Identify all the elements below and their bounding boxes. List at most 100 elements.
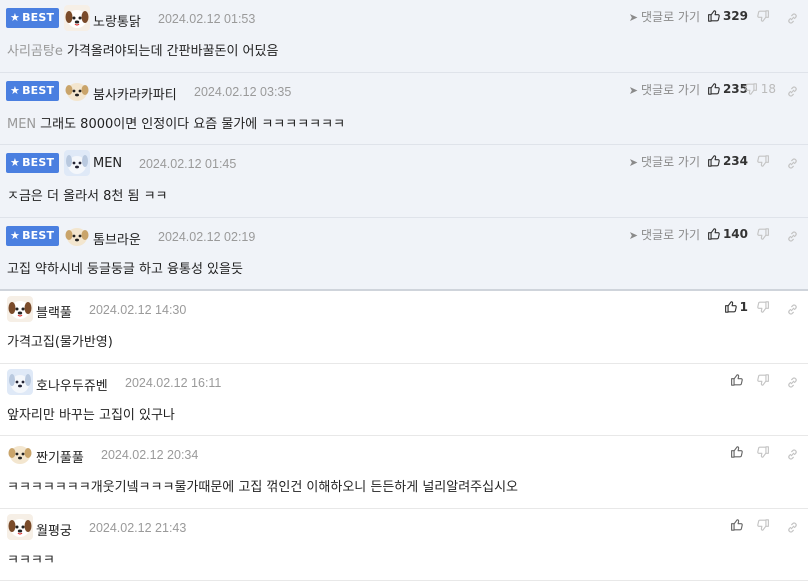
comment-date: 2024.02.12 14:30 — [89, 303, 186, 317]
like-button[interactable] — [730, 445, 746, 461]
best-badge: ★BEST — [6, 81, 59, 101]
comment-text: 가격고집(물가반영) — [7, 335, 113, 350]
nickname[interactable]: 월평궁 — [36, 520, 72, 539]
comment-text: 앞자리만 바꾸는 고집이 있구나 — [7, 408, 175, 423]
best-comment: ★BEST MEN 2024.02.12 01:45 ➤댓글로 가기 234 ㅈ금은 더 … — [0, 145, 808, 218]
comment-body: 가격고집(물가반영) — [7, 331, 113, 350]
share-link-icon[interactable] — [786, 155, 799, 174]
thumbs-up-icon — [707, 154, 720, 170]
mention[interactable]: MEN — [7, 117, 36, 132]
comment-text: 고집 약하시네 둥글둥글 하고 융통성 있을듯 — [7, 262, 243, 277]
best-comment: ★BEST 노랑통닭 2024.02.12 01:53 ➤댓글로 가기 329 사리곰탕e… — [0, 0, 808, 73]
avatar[interactable] — [7, 441, 33, 467]
nickname[interactable]: MEN — [93, 156, 122, 171]
avatar[interactable] — [7, 514, 33, 540]
avatar[interactable] — [64, 150, 90, 176]
comment-body: 사리곰탕e 가격올려야되는데 간판바꿀돈이 어딨음 — [7, 40, 278, 59]
nickname[interactable]: 짠기풀풀 — [36, 447, 84, 466]
star-icon: ★ — [10, 156, 20, 169]
share-link-icon[interactable] — [786, 10, 799, 29]
thumbs-down-icon — [757, 155, 770, 171]
dislike-button[interactable] — [757, 445, 773, 462]
comment-text: ㅋㅋㅋㅋㅋㅋㅋ개웃기넼ㅋㅋㅋ물가때문에 고집 꺾인건 이해하오니 든든하게 널리… — [7, 480, 518, 495]
avatar[interactable] — [64, 5, 90, 31]
thumbs-down-icon — [757, 10, 770, 26]
reply-link[interactable]: ➤댓글로 가기 — [629, 226, 700, 243]
send-icon: ➤ — [629, 84, 638, 97]
comment-text: ㅋㅋㅋㅋ — [7, 553, 55, 568]
nickname[interactable]: 블랙풀 — [36, 302, 72, 321]
comment: 블랙풀 2024.02.12 14:30 1 가격고집(물가반영) — [0, 291, 808, 364]
send-icon: ➤ — [629, 11, 638, 24]
star-icon: ★ — [10, 11, 20, 24]
comment-list: ★BEST 노랑통닭 2024.02.12 01:53 ➤댓글로 가기 329 사리곰탕e… — [0, 0, 808, 579]
dislike-button[interactable] — [757, 154, 773, 171]
share-link-icon[interactable] — [786, 228, 799, 247]
comment-text: 가격올려야되는데 간판바꿀돈이 어딨음 — [67, 44, 279, 59]
comment-body: ㅋㅋㅋㅋㅋㅋㅋ개웃기넼ㅋㅋㅋ물가때문에 고집 꺾인건 이해하오니 든든하게 널리… — [7, 476, 518, 495]
dislike-button[interactable]: 18 — [745, 82, 776, 99]
nickname[interactable]: 노랑통닭 — [93, 11, 141, 30]
comment: 호나우두쥬벤 2024.02.12 16:11 앞자리만 바꾸는 고집이 있구나 — [0, 364, 808, 437]
thumbs-down-icon — [757, 374, 770, 390]
thumbs-up-icon — [730, 518, 743, 534]
thumbs-down-icon — [757, 301, 770, 317]
comment-date: 2024.02.12 03:35 — [194, 85, 291, 99]
share-link-icon[interactable] — [786, 301, 799, 320]
dislike-button[interactable] — [757, 9, 773, 26]
share-link-icon[interactable] — [786, 519, 799, 538]
best-comment: ★BEST 붐사카라카파티 2024.02.12 03:35 ➤댓글로 가기 23518… — [0, 73, 808, 146]
comment-date: 2024.02.12 02:19 — [158, 230, 255, 244]
dislike-button[interactable] — [757, 300, 773, 317]
comment-date: 2024.02.12 16:11 — [125, 376, 221, 390]
like-button[interactable] — [730, 373, 746, 389]
comment-body: 앞자리만 바꾸는 고집이 있구나 — [7, 404, 175, 423]
share-link-icon[interactable] — [786, 374, 799, 393]
like-button[interactable]: 234 — [707, 154, 748, 170]
nickname[interactable]: 붐사카라카파티 — [93, 84, 177, 103]
best-badge: ★BEST — [6, 153, 59, 173]
comment-body: ㅈ금은 더 올라서 8천 됨 ㅋㅋ — [7, 185, 168, 204]
send-icon: ➤ — [629, 229, 638, 242]
thumbs-up-icon — [730, 445, 743, 461]
avatar[interactable] — [64, 223, 90, 249]
star-icon: ★ — [10, 84, 20, 97]
dislike-button[interactable] — [757, 373, 773, 390]
avatar[interactable] — [64, 78, 90, 104]
avatar[interactable] — [7, 296, 33, 322]
comment-date: 2024.02.12 01:45 — [139, 157, 236, 171]
reply-link[interactable]: ➤댓글로 가기 — [629, 153, 700, 170]
comment-date: 2024.02.12 20:34 — [101, 448, 198, 462]
thumbs-down-icon — [757, 519, 770, 535]
nickname[interactable]: 호나우두쥬벤 — [36, 375, 108, 394]
comment-body: MEN 그래도 8000이면 인정이다 요즘 물가에 ㅋㅋㅋㅋㅋㅋㅋ — [7, 113, 345, 132]
thumbs-up-icon — [707, 82, 720, 98]
comment: 짠기풀풀 2024.02.12 20:34 ㅋㅋㅋㅋㅋㅋㅋ개웃기넼ㅋㅋㅋ물가때문에 … — [0, 436, 808, 509]
thumbs-up-icon — [724, 300, 737, 316]
send-icon: ➤ — [629, 156, 638, 169]
reply-link[interactable]: ➤댓글로 가기 — [629, 8, 700, 25]
thumbs-down-icon — [757, 446, 770, 462]
like-button[interactable] — [730, 518, 746, 534]
nickname[interactable]: 톰브라운 — [93, 229, 141, 248]
avatar[interactable] — [7, 369, 33, 395]
comment-text: 그래도 8000이면 인정이다 요즘 물가에 ㅋㅋㅋㅋㅋㅋㅋ — [40, 117, 345, 132]
like-button[interactable]: 1 — [724, 300, 748, 316]
like-button[interactable]: 140 — [707, 227, 748, 243]
star-icon: ★ — [10, 229, 20, 242]
thumbs-up-icon — [730, 373, 743, 389]
like-button[interactable]: 329 — [707, 9, 748, 25]
dislike-button[interactable] — [757, 227, 773, 244]
share-link-icon[interactable] — [786, 446, 799, 465]
comment: 월평궁 2024.02.12 21:43 ㅋㅋㅋㅋ — [0, 509, 808, 581]
dislike-button[interactable] — [757, 518, 773, 535]
comment-body: 고집 약하시네 둥글둥글 하고 융통성 있을듯 — [7, 258, 243, 277]
comment-date: 2024.02.12 21:43 — [89, 521, 186, 535]
best-badge: ★BEST — [6, 8, 59, 28]
reply-link[interactable]: ➤댓글로 가기 — [629, 81, 700, 98]
share-link-icon[interactable] — [786, 83, 799, 102]
like-button[interactable]: 235 — [707, 82, 748, 98]
comment-date: 2024.02.12 01:53 — [158, 12, 255, 26]
comment-body: ㅋㅋㅋㅋ — [7, 549, 55, 568]
mention[interactable]: 사리곰탕e — [7, 44, 63, 59]
